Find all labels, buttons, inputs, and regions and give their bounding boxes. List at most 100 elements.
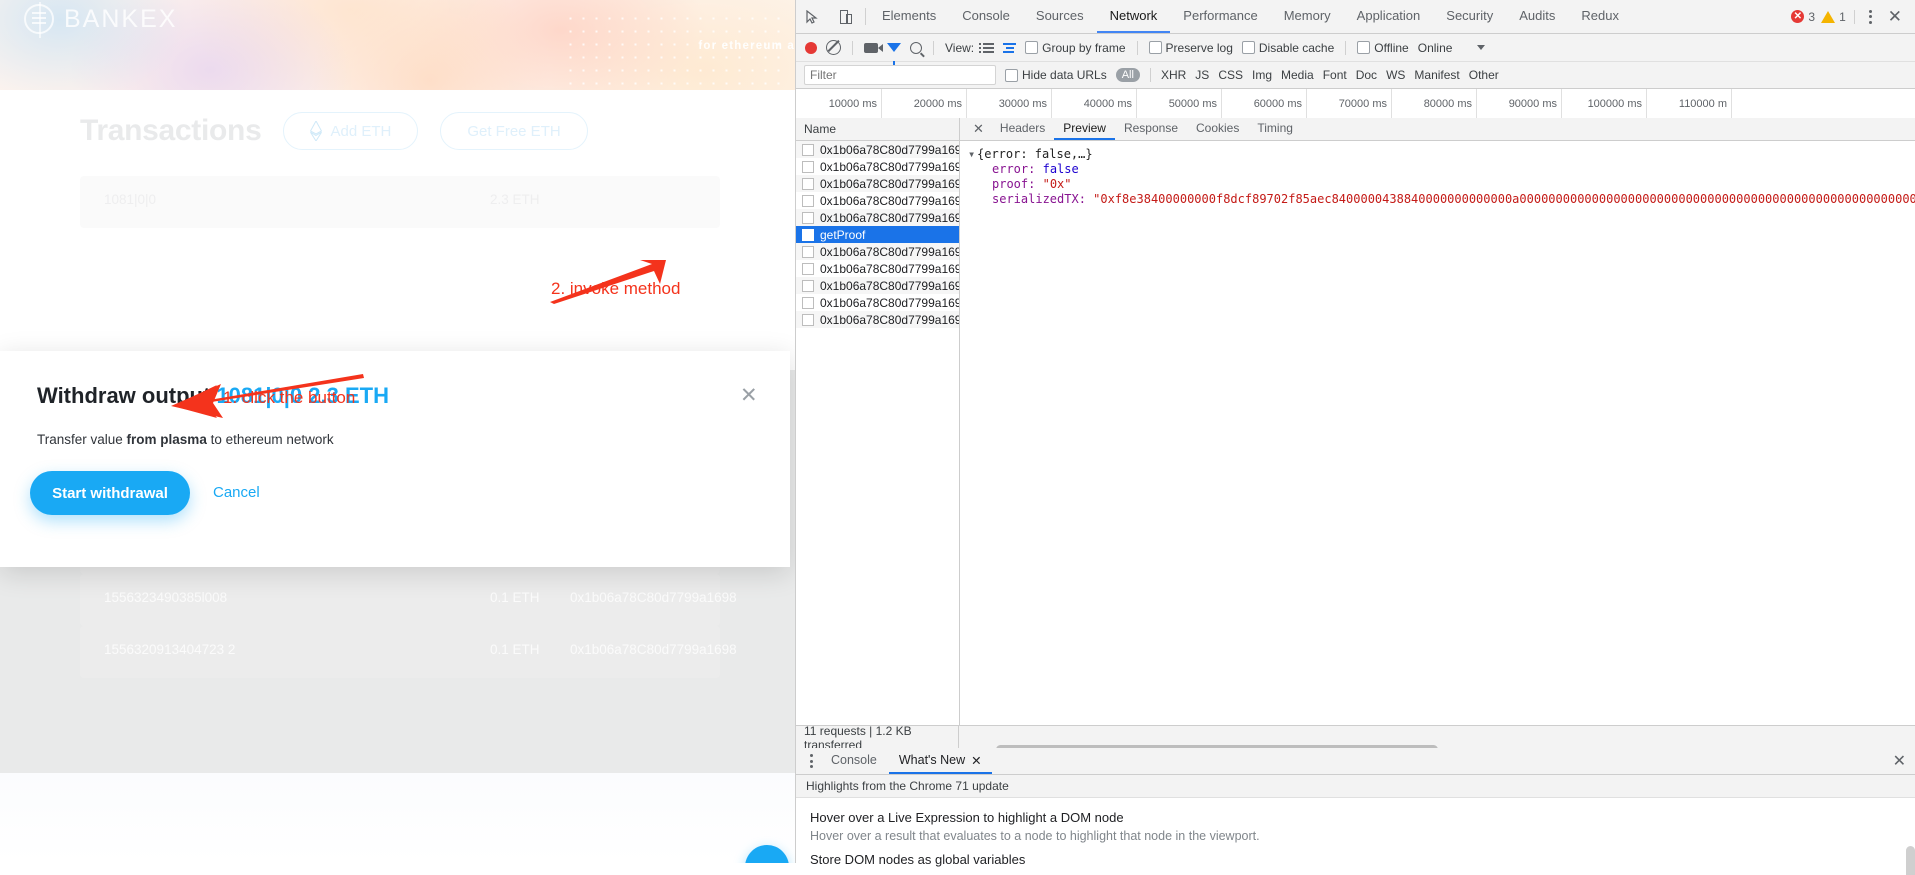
filter-type-doc[interactable]: Doc bbox=[1356, 68, 1377, 82]
list-item[interactable]: 0x1b06a78C80d7799a16988… bbox=[796, 192, 959, 209]
request-checkbox[interactable] bbox=[802, 262, 814, 275]
request-checkbox[interactable] bbox=[802, 194, 814, 207]
table-row[interactable]: 1081|0|0 2.3 ETH bbox=[80, 176, 720, 228]
list-item[interactable]: 0x1b06a78C80d7799a16988… bbox=[796, 260, 959, 277]
close-icon[interactable]: ✕ bbox=[971, 753, 981, 768]
request-name: 0x1b06a78C80d7799a16988… bbox=[820, 159, 959, 174]
filter-type-xhr[interactable]: XHR bbox=[1161, 68, 1186, 82]
filter-type-css[interactable]: CSS bbox=[1218, 68, 1243, 82]
tab-network[interactable]: Network bbox=[1096, 0, 1171, 33]
tab-headers[interactable]: Headers bbox=[991, 118, 1054, 140]
search-icon[interactable] bbox=[910, 41, 922, 54]
start-withdrawal-button[interactable]: Start withdrawal bbox=[30, 471, 190, 515]
filter-type-img[interactable]: Img bbox=[1252, 68, 1272, 82]
list-item[interactable]: 0x1b06a78C80d7799a16988… bbox=[796, 209, 959, 226]
request-checkbox[interactable] bbox=[802, 160, 814, 173]
drawer-more-options-icon[interactable] bbox=[804, 754, 819, 768]
capture-screenshots-icon[interactable] bbox=[864, 42, 883, 53]
view-waterfall-icon[interactable] bbox=[1003, 42, 1017, 53]
close-icon[interactable]: ✕ bbox=[740, 385, 758, 406]
brand-logo[interactable]: BANKEX bbox=[24, 2, 177, 38]
request-checkbox[interactable] bbox=[802, 313, 814, 326]
list-item[interactable]: 0x1b06a78C80d7799a16988… bbox=[796, 243, 959, 260]
chevron-down-icon[interactable]: ▾ bbox=[968, 147, 977, 162]
list-item[interactable]: 0x1b06a78C80d7799a16988… bbox=[796, 277, 959, 294]
tab-response[interactable]: Response bbox=[1115, 118, 1187, 140]
tab-audits[interactable]: Audits bbox=[1506, 0, 1568, 33]
offline-checkbox[interactable]: Offline bbox=[1357, 41, 1409, 55]
request-checkbox[interactable] bbox=[802, 245, 814, 258]
filter-type-ws[interactable]: WS bbox=[1386, 68, 1405, 82]
tab-console[interactable]: Console bbox=[949, 0, 1023, 33]
json-root-row[interactable]: ▾ {error: false,…} bbox=[962, 147, 1915, 162]
request-name: 0x1b06a78C80d7799a16988… bbox=[820, 210, 959, 225]
add-eth-button[interactable]: Add ETH bbox=[283, 112, 419, 150]
list-item[interactable]: 0x1b06a78C80d7799a16988… bbox=[796, 158, 959, 175]
list-item[interactable]: 0x1b06a78C80d7799a16988… bbox=[796, 311, 959, 328]
request-checkbox[interactable] bbox=[802, 279, 814, 292]
filter-type-font[interactable]: Font bbox=[1323, 68, 1347, 82]
request-name: 0x1b06a78C80d7799a16988… bbox=[820, 261, 959, 276]
filter-type-all[interactable]: All bbox=[1115, 68, 1140, 82]
filter-type-js[interactable]: JS bbox=[1195, 68, 1209, 82]
close-detail-icon[interactable]: ✕ bbox=[966, 121, 991, 137]
requests-column-header[interactable]: Name bbox=[796, 118, 959, 141]
list-item[interactable]: 0x1b06a78C80d7799a16988… bbox=[796, 175, 959, 192]
cancel-button[interactable]: Cancel bbox=[213, 484, 260, 501]
tab-memory[interactable]: Memory bbox=[1271, 0, 1344, 33]
tab-redux[interactable]: Redux bbox=[1568, 0, 1632, 33]
filter-icon[interactable] bbox=[887, 43, 901, 65]
chevron-down-icon[interactable] bbox=[1477, 45, 1486, 50]
request-checkbox[interactable] bbox=[802, 228, 814, 241]
list-item[interactable]: 0x1b06a78C80d7799a16988… bbox=[796, 141, 959, 158]
preserve-log-checkbox[interactable]: Preserve log bbox=[1148, 41, 1233, 55]
tab-performance[interactable]: Performance bbox=[1170, 0, 1270, 33]
tab-sources[interactable]: Sources bbox=[1023, 0, 1097, 33]
modal-title-prefix: Withdraw output bbox=[37, 383, 217, 408]
clear-icon[interactable] bbox=[826, 40, 841, 55]
tx-amount: 2.3 ETH bbox=[490, 192, 540, 207]
drawer-tab-console[interactable]: Console bbox=[821, 748, 887, 774]
request-checkbox[interactable] bbox=[802, 211, 814, 224]
throttling-value[interactable]: Online bbox=[1418, 41, 1453, 55]
view-list-icon[interactable] bbox=[979, 42, 995, 53]
filter-type-media[interactable]: Media bbox=[1281, 68, 1314, 82]
table-row[interactable]: 1556320913404723 2 0.1 ETH 0x1b06a78C80d… bbox=[80, 626, 737, 678]
filter-input[interactable] bbox=[804, 65, 996, 85]
list-item[interactable]: 0x1b06a78C80d7799a16988… bbox=[796, 294, 959, 311]
tab-preview[interactable]: Preview bbox=[1054, 118, 1115, 140]
request-checkbox[interactable] bbox=[802, 143, 814, 156]
record-icon[interactable] bbox=[805, 41, 817, 54]
whats-new-item-heading[interactable]: Hover over a Live Expression to highligh… bbox=[810, 810, 1915, 825]
inspect-element-icon[interactable] bbox=[796, 0, 829, 33]
filter-type-manifest[interactable]: Manifest bbox=[1414, 68, 1459, 82]
group-by-frame-checkbox[interactable]: Group by frame bbox=[1025, 41, 1126, 55]
device-toolbar-icon[interactable] bbox=[829, 0, 862, 33]
ruler-tick: 60000 ms bbox=[1221, 89, 1307, 121]
table-row[interactable]: 1556323490385l008 0.1 ETH 0x1b06a78C80d7… bbox=[80, 574, 737, 626]
hide-data-urls-checkbox[interactable]: Hide data URLs bbox=[1005, 68, 1107, 82]
tab-timing[interactable]: Timing bbox=[1248, 118, 1302, 140]
tab-cookies[interactable]: Cookies bbox=[1187, 118, 1248, 140]
tab-application[interactable]: Application bbox=[1344, 0, 1434, 33]
drawer-tab-whats-new[interactable]: What's New ✕ bbox=[888, 748, 992, 774]
request-checkbox[interactable] bbox=[802, 296, 814, 309]
ethereum-icon bbox=[310, 121, 323, 141]
list-item-selected[interactable]: getProof bbox=[796, 226, 959, 243]
warning-badge[interactable]: 1 bbox=[1821, 10, 1846, 24]
close-devtools-icon[interactable]: ✕ bbox=[1884, 7, 1906, 27]
get-free-eth-button[interactable]: Get Free ETH bbox=[440, 112, 588, 150]
disable-cache-checkbox[interactable]: Disable cache bbox=[1241, 41, 1334, 55]
whats-new-item-heading[interactable]: Store DOM nodes as global variables bbox=[810, 852, 1915, 867]
error-badge[interactable]: ✕ 3 bbox=[1791, 10, 1815, 24]
filter-type-other[interactable]: Other bbox=[1469, 68, 1499, 82]
divider bbox=[933, 40, 934, 55]
tab-security[interactable]: Security bbox=[1433, 0, 1506, 33]
request-checkbox[interactable] bbox=[802, 177, 814, 190]
more-options-icon[interactable] bbox=[1863, 9, 1878, 24]
close-drawer-icon[interactable]: ✕ bbox=[1893, 751, 1906, 771]
json-key: error: bbox=[992, 162, 1036, 176]
json-value: "0xf8e38400000000f8dcf89702f85aec8400000… bbox=[1093, 192, 1915, 206]
tab-elements[interactable]: Elements bbox=[869, 0, 949, 33]
drawer-scrollbar[interactable] bbox=[1906, 846, 1915, 875]
